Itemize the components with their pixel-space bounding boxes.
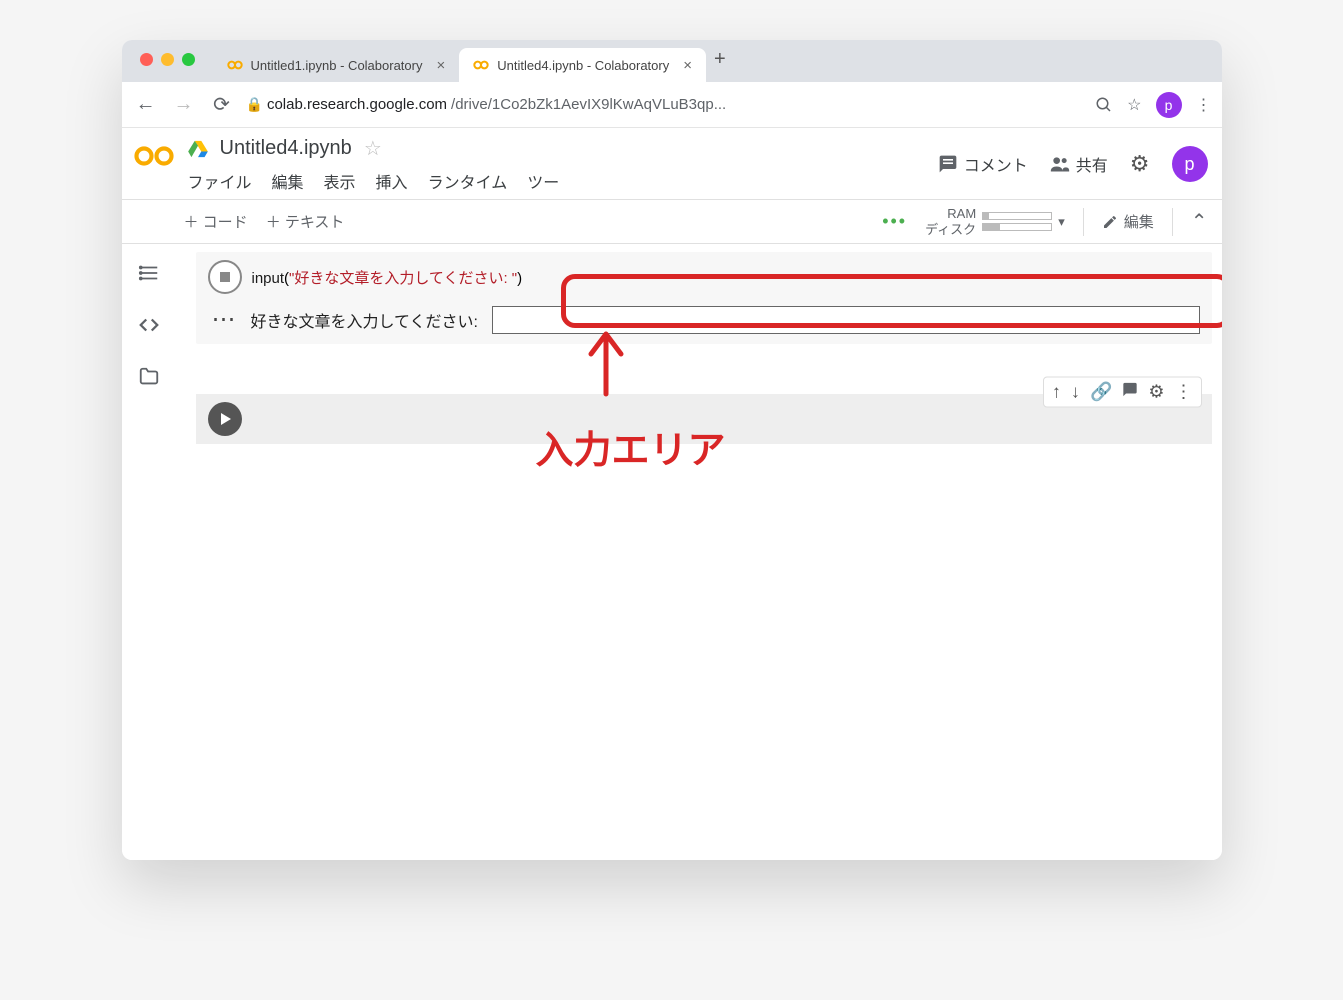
menu-file[interactable]: ファイル	[188, 169, 252, 193]
colab-favicon	[227, 57, 243, 73]
left-rail	[122, 244, 176, 860]
run-cell-button[interactable]	[208, 402, 242, 436]
menu-view[interactable]: 表示	[324, 169, 356, 193]
url-field[interactable]: 🔒 colab.research.google.com/drive/1Co2bZ…	[246, 96, 1086, 113]
profile-avatar[interactable]: p	[1156, 92, 1182, 118]
tab-title: Untitled1.ipynb - Colaboratory	[251, 58, 423, 73]
dropdown-icon[interactable]: ▾	[1058, 214, 1065, 230]
collapse-icon[interactable]: ⌃	[1191, 209, 1208, 234]
window-minimize[interactable]	[161, 53, 174, 66]
toc-icon[interactable]	[138, 262, 160, 284]
tab-strip: Untitled1.ipynb - Colaboratory × Untitle…	[122, 40, 1222, 82]
stop-cell-button[interactable]	[208, 260, 242, 294]
back-button[interactable]: ←	[132, 93, 160, 116]
new-tab-button[interactable]: +	[714, 48, 726, 75]
ram-bar	[982, 212, 1052, 220]
resource-indicator[interactable]: RAM ディスク ▾	[925, 206, 1065, 237]
input-prompt-label: 好きな文章を入力してください:	[251, 308, 479, 332]
traffic-lights	[134, 53, 203, 70]
colab-favicon	[473, 57, 489, 73]
cell-more-icon[interactable]: ⋮	[1175, 382, 1193, 403]
notebook-title[interactable]: Untitled4.ipynb	[220, 137, 352, 160]
window-close[interactable]	[140, 53, 153, 66]
files-icon[interactable]	[138, 366, 160, 388]
tab-title: Untitled4.ipynb - Colaboratory	[497, 58, 669, 73]
move-up-icon[interactable]: ↑	[1052, 382, 1061, 403]
cell-settings-icon[interactable]: ⚙	[1148, 382, 1164, 403]
address-bar-actions: ☆ p ⋮	[1095, 92, 1211, 118]
ram-label: RAM	[947, 206, 976, 222]
star-notebook-icon[interactable]: ☆	[364, 136, 382, 161]
url-path: /drive/1Co2bZk1AevIX9lKwAqVLuB3qp...	[451, 96, 726, 113]
tab-close-icon[interactable]: ×	[683, 57, 692, 74]
colab-logo-icon[interactable]	[134, 142, 174, 170]
reload-button[interactable]: ⟳	[208, 92, 236, 117]
add-text-button[interactable]: ＋ テキスト	[266, 211, 345, 232]
user-avatar[interactable]: p	[1172, 146, 1208, 182]
move-down-icon[interactable]: ↓	[1071, 382, 1080, 403]
settings-gear-icon[interactable]: ⚙	[1130, 151, 1150, 177]
disk-label: ディスク	[925, 222, 976, 238]
toolbar-right: ••• RAM ディスク ▾ 編集 ⌃	[882, 206, 1207, 237]
browser-window: Untitled1.ipynb - Colaboratory × Untitle…	[122, 40, 1222, 860]
lock-icon: 🔒	[246, 96, 263, 113]
tab-1[interactable]: Untitled1.ipynb - Colaboratory ×	[213, 48, 460, 82]
tabs: Untitled1.ipynb - Colaboratory × Untitle…	[213, 40, 726, 82]
menu-edit[interactable]: 編集	[272, 169, 304, 193]
code-snippets-icon[interactable]	[138, 314, 160, 336]
colab-title-area: Untitled4.ipynb ☆ ファイル 編集 表示 挿入 ランタイム ツー	[188, 136, 924, 199]
stdin-input[interactable]	[492, 306, 1200, 334]
forward-button[interactable]: →	[170, 93, 198, 116]
add-code-button[interactable]: ＋ コード	[184, 211, 248, 232]
address-bar: ← → ⟳ 🔒 colab.research.google.com/drive/…	[122, 82, 1222, 128]
tab-close-icon[interactable]: ×	[436, 57, 445, 74]
connection-status-icon: •••	[882, 211, 907, 232]
editing-mode-button[interactable]: 編集	[1102, 211, 1154, 232]
star-icon[interactable]: ☆	[1127, 95, 1141, 115]
menu-tools[interactable]: ツー	[527, 169, 559, 193]
chrome-menu-icon[interactable]: ⋮	[1196, 95, 1212, 115]
cell-toolbar: ↑ ↓ 🔗 ⚙ ⋮	[1043, 377, 1202, 408]
colab-header: Untitled4.ipynb ☆ ファイル 編集 表示 挿入 ランタイム ツー…	[122, 128, 1222, 200]
zoom-icon[interactable]	[1095, 96, 1113, 114]
disk-bar	[982, 223, 1052, 231]
url-host: colab.research.google.com	[267, 96, 447, 113]
notebook-content: input("好きな文章を入力してください: ") ⋯ 好きな文章を入力してくだ…	[176, 244, 1222, 860]
menu-insert[interactable]: 挿入	[376, 169, 408, 193]
code-cell-1[interactable]: input("好きな文章を入力してください: ") ⋯ 好きな文章を入力してくだ…	[196, 252, 1212, 344]
cell-output: ⋯ 好きな文章を入力してください:	[212, 306, 1200, 334]
divider	[1083, 208, 1084, 236]
comment-button[interactable]: コメント	[938, 152, 1028, 176]
window-maximize[interactable]	[182, 53, 195, 66]
toolbar-left: ＋ コード ＋ テキスト	[184, 211, 345, 232]
main-area: input("好きな文章を入力してください: ") ⋯ 好きな文章を入力してくだ…	[122, 244, 1222, 860]
divider	[1172, 208, 1173, 236]
code-editor[interactable]: input("好きな文章を入力してください: ")	[252, 267, 523, 288]
link-icon[interactable]: 🔗	[1090, 382, 1112, 403]
share-button[interactable]: 共有	[1050, 152, 1108, 176]
colab-toolbar: ＋ コード ＋ テキスト ••• RAM ディスク ▾ 編集	[122, 200, 1222, 244]
drive-icon	[188, 140, 208, 158]
tab-2[interactable]: Untitled4.ipynb - Colaboratory ×	[459, 48, 706, 82]
header-actions: コメント 共有 ⚙ p	[938, 136, 1208, 182]
menu-bar: ファイル 編集 表示 挿入 ランタイム ツー	[188, 169, 924, 199]
menu-runtime[interactable]: ランタイム	[428, 169, 508, 193]
comment-cell-icon[interactable]	[1122, 382, 1138, 403]
